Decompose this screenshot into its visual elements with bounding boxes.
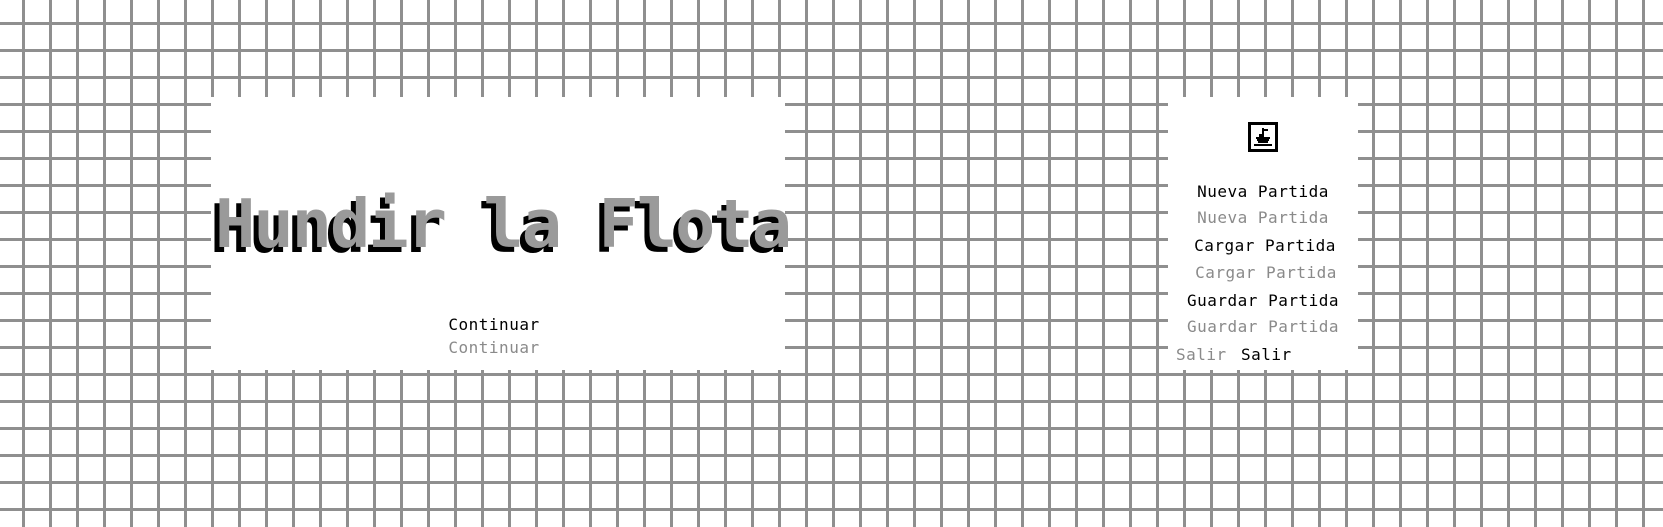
new-game-button-alt[interactable]: Nueva Partida bbox=[1163, 208, 1363, 228]
main-menu-panel: Nueva Partida Nueva Partida Cargar Parti… bbox=[1168, 97, 1358, 370]
ship-icon-graphic bbox=[1254, 128, 1272, 146]
exit-button-alt[interactable]: Salir bbox=[1176, 345, 1227, 365]
continue-button-alt[interactable]: Continuar bbox=[394, 338, 594, 358]
title-panel: Hundir la Flota Continuar Continuar bbox=[211, 97, 792, 370]
save-game-button[interactable]: Guardar Partida bbox=[1163, 291, 1363, 311]
exit-button[interactable]: Salir bbox=[1241, 345, 1292, 365]
save-game-button-alt[interactable]: Guardar Partida bbox=[1163, 317, 1363, 337]
ship-icon bbox=[1248, 122, 1278, 152]
continue-button[interactable]: Continuar bbox=[394, 315, 594, 335]
new-game-button[interactable]: Nueva Partida bbox=[1163, 182, 1363, 202]
game-title: Hundir la Flota bbox=[215, 185, 792, 263]
load-game-button-alt[interactable]: Cargar Partida bbox=[1166, 263, 1366, 283]
load-game-button[interactable]: Cargar Partida bbox=[1165, 236, 1365, 256]
